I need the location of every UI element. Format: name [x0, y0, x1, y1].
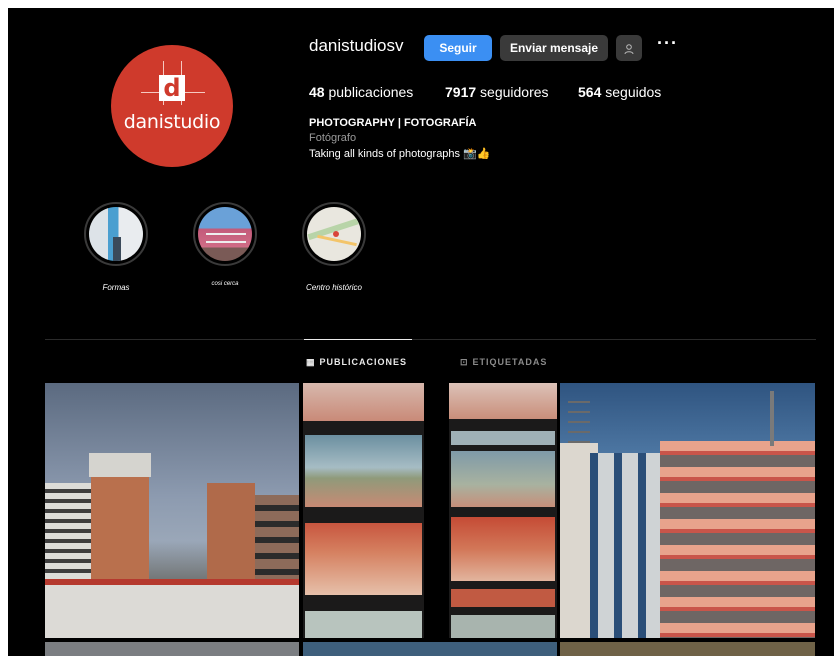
post-tile[interactable] — [449, 383, 557, 638]
post-tile[interactable] — [560, 642, 815, 656]
posts-label: publicaciones — [328, 84, 414, 100]
posts-stat[interactable]: 48 publicaciones — [309, 84, 413, 100]
bio-category: Fotógrafo — [309, 132, 357, 144]
post-tile[interactable] — [45, 642, 299, 656]
highlight-label: cosi cerca — [211, 281, 239, 287]
post-tile[interactable] — [303, 642, 557, 656]
followers-stat[interactable]: 7917 seguidores — [445, 84, 549, 100]
post-tile[interactable] — [45, 383, 299, 638]
tab-publicaciones[interactable]: ▦ PUBLICACIONES — [306, 357, 407, 368]
highlight-formas[interactable] — [84, 202, 148, 266]
profile-page: d danistudio danistudiosv Seguir Enviar … — [8, 8, 834, 656]
tab-label: ETIQUETADAS — [472, 357, 548, 367]
tab-etiquetadas[interactable]: ⊡ ETIQUETADAS — [460, 357, 547, 368]
following-count: 564 — [578, 84, 602, 100]
send-message-button[interactable]: Enviar mensaje — [500, 35, 608, 61]
tagged-icon: ⊡ — [460, 357, 469, 367]
logo-letter: d — [159, 75, 185, 101]
highlight-label: Formas — [102, 283, 130, 292]
active-tab-indicator — [304, 339, 412, 340]
profile-avatar[interactable]: d danistudio — [111, 45, 233, 167]
suggested-users-button[interactable] — [616, 35, 642, 61]
highlight-thumbnail — [198, 207, 252, 261]
post-tile[interactable] — [303, 383, 424, 638]
highlight-label: Centro histórico — [305, 283, 363, 292]
grid-icon: ▦ — [306, 357, 316, 367]
tabs-divider — [45, 339, 816, 340]
add-user-icon — [624, 44, 634, 54]
highlight-thumbnail — [307, 207, 361, 261]
followers-label: seguidores — [480, 84, 549, 100]
highlight-centro-historico[interactable] — [302, 202, 366, 266]
post-tile[interactable] — [560, 383, 815, 638]
username: danistudiosv — [309, 36, 404, 55]
bio-name: PHOTOGRAPHY | FOTOGRAFÍA — [309, 117, 477, 129]
following-label: seguidos — [605, 84, 662, 100]
tab-label: PUBLICACIONES — [319, 357, 408, 367]
highlight-cosi-cerca[interactable] — [193, 202, 257, 266]
more-options-icon[interactable]: ··· — [657, 33, 678, 54]
logo-text: danistudio — [123, 111, 221, 133]
follow-button[interactable]: Seguir — [424, 35, 492, 61]
following-stat[interactable]: 564 seguidos — [578, 84, 661, 100]
followers-count: 7917 — [445, 84, 477, 100]
bio-text: Taking all kinds of photographs 📸👍 — [309, 148, 491, 160]
highlight-thumbnail — [89, 207, 143, 261]
posts-count: 48 — [309, 84, 325, 100]
